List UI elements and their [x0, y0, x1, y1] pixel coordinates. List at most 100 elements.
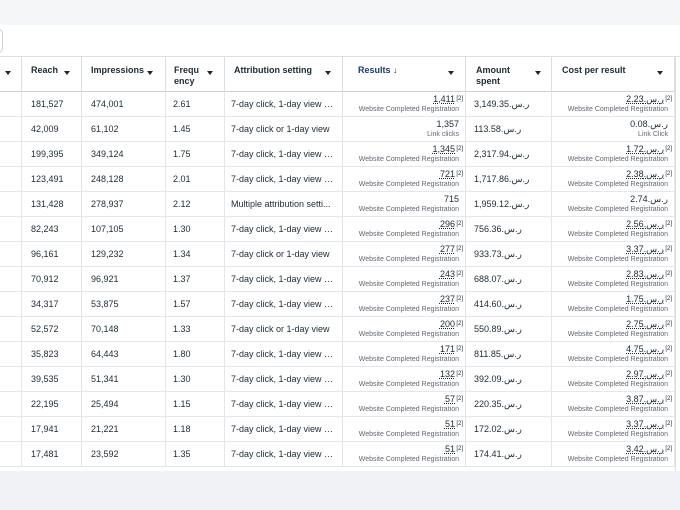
name-cell[interactable]	[0, 367, 22, 392]
table-row[interactable]: 34,317 53,875 1.57 7-day click, 1-day view …	[0, 292, 680, 317]
table-row[interactable]: 17,941 21,221 1.18 7-day click, 1-day view …	[0, 417, 680, 442]
cpr-cell[interactable]: ر.س.2.97 [2] Website Completed Registratio…	[552, 367, 675, 392]
cpr-cell[interactable]: ر.س.0.08 Link Click	[552, 117, 675, 142]
table-row[interactable]: 42,009 61,102 1.45 7-day click or 1-day vie…	[0, 117, 680, 142]
cpr-value[interactable]: ر.س.3.37	[626, 244, 664, 255]
cpr-cell[interactable]: ر.س.2.23 [2] Website Completed Registratio…	[552, 92, 675, 117]
chevron-down-icon[interactable]	[144, 67, 156, 79]
cpr-cell[interactable]: ر.س.2.83 [2] Website Completed Registratio…	[552, 267, 675, 292]
cpr-cell[interactable]: ر.س.3.87 [2] Website Completed Registratio…	[552, 392, 675, 417]
table-row[interactable]: 181,527 474,001 2.61 7-day click, 1-day vie…	[0, 92, 680, 117]
results-cell[interactable]: 171 [2] Website Completed Registration	[343, 342, 466, 367]
cpr-cell[interactable]: ر.س.3.42 [2] Website Completed Registratio…	[552, 442, 675, 467]
results-cell[interactable]: 277 [2] Website Completed Registration	[343, 242, 466, 267]
results-cell[interactable]: 715 Website Completed Registration	[343, 192, 466, 217]
results-cell[interactable]: 51 [2] Website Completed Registration	[343, 442, 466, 467]
results-value[interactable]: 296	[440, 219, 455, 229]
name-cell[interactable]	[0, 92, 22, 117]
results-cell[interactable]: 132 [2] Website Completed Registration	[343, 367, 466, 392]
header-cell-name[interactable]	[0, 57, 22, 92]
results-cell[interactable]: 200 [2] Website Completed Registration	[343, 317, 466, 342]
chevron-down-icon[interactable]	[445, 67, 457, 79]
table-row[interactable]: 39,535 51,341 1.30 7-day click, 1-day view …	[0, 367, 680, 392]
chevron-down-icon[interactable]	[322, 67, 334, 79]
results-cell[interactable]: 1,345 [2] Website Completed Registration	[343, 142, 466, 167]
cpr-value[interactable]: ر.س.3.87	[626, 394, 664, 405]
name-cell[interactable]	[0, 192, 22, 217]
scrollbar[interactable]	[675, 57, 680, 471]
cpr-cell[interactable]: ر.س.2.75 [2] Website Completed Registratio…	[552, 317, 675, 342]
cpr-value[interactable]: ر.س.2.75	[626, 319, 664, 330]
name-cell[interactable]	[0, 417, 22, 442]
results-value[interactable]: 57	[445, 394, 455, 404]
chevron-down-icon[interactable]	[204, 67, 216, 79]
table-row[interactable]: 199,395 349,124 1.75 7-day click, 1-day vie…	[0, 142, 680, 167]
results-cell[interactable]: 51 [2] Website Completed Registration	[343, 417, 466, 442]
cpr-cell[interactable]: ر.س.1.72 [2] Website Completed Registratio…	[552, 142, 675, 167]
header-reach[interactable]: Reach	[22, 57, 82, 92]
results-value[interactable]: 277	[440, 244, 455, 254]
name-cell[interactable]	[0, 392, 22, 417]
header-attribution[interactable]: Attribution setting	[225, 57, 343, 92]
table-row[interactable]: 82,243 107,105 1.30 7-day click, 1-day view…	[0, 217, 680, 242]
name-cell[interactable]	[0, 442, 22, 467]
results-cell[interactable]: 57 [2] Website Completed Registration	[343, 392, 466, 417]
toolbar-input-edge[interactable]	[0, 29, 3, 53]
cpr-value[interactable]: ر.س.4.75	[626, 344, 664, 355]
results-value[interactable]: 51	[445, 444, 455, 454]
cpr-cell[interactable]: ر.س.1.75 [2] Website Completed Registratio…	[552, 292, 675, 317]
results-value[interactable]: 237	[440, 294, 455, 304]
name-cell[interactable]	[0, 317, 22, 342]
results-cell[interactable]: 237 [2] Website Completed Registration	[343, 292, 466, 317]
cpr-value[interactable]: ر.س.2.23	[626, 94, 664, 105]
cpr-cell[interactable]: ر.س.2.74 Website Completed Registration	[552, 192, 675, 217]
cpr-cell[interactable]: ر.س.2.38 [2] Website Completed Registratio…	[552, 167, 675, 192]
results-value[interactable]: 721	[440, 169, 455, 179]
chevron-down-icon[interactable]	[61, 67, 73, 79]
header-cost-per-result[interactable]: Cost per result	[552, 57, 675, 92]
results-value[interactable]: 1,411	[433, 94, 455, 104]
table-row[interactable]: 123,491 248,128 2.01 7-day click, 1-day vie…	[0, 167, 680, 192]
cpr-value[interactable]: ر.س.2.56	[626, 219, 664, 230]
results-value[interactable]: 243	[440, 269, 455, 279]
name-cell[interactable]	[0, 142, 22, 167]
results-value[interactable]: 1,345	[432, 144, 455, 154]
cpr-value[interactable]: ر.س.0.08	[630, 119, 668, 130]
cpr-value[interactable]: ر.س.2.83	[626, 269, 664, 280]
cpr-cell[interactable]: ر.س.3.37 [2] Website Completed Registratio…	[552, 417, 675, 442]
results-cell[interactable]: 1,411 [2] Website Completed Registration	[343, 92, 466, 117]
header-amount[interactable]: Amount spent	[466, 57, 552, 92]
table-row[interactable]: 52,572 70,148 1.33 7-day click or 1-day vie…	[0, 317, 680, 342]
name-cell[interactable]	[0, 267, 22, 292]
name-cell[interactable]	[0, 217, 22, 242]
chevron-down-icon[interactable]	[654, 67, 666, 79]
cpr-cell[interactable]: ر.س.2.56 [2] Website Completed Registratio…	[552, 217, 675, 242]
table-row[interactable]: 35,823 64,443 1.80 7-day click, 1-day view …	[0, 342, 680, 367]
results-cell[interactable]: 1,357 Link clicks	[343, 117, 466, 142]
name-cell[interactable]	[0, 242, 22, 267]
table-row[interactable]: 70,912 96,921 1.37 7-day click, 1-day view …	[0, 267, 680, 292]
name-cell[interactable]	[0, 167, 22, 192]
name-cell[interactable]	[0, 292, 22, 317]
cpr-value[interactable]: ر.س.2.97	[626, 369, 664, 380]
results-cell[interactable]: 721 [2] Website Completed Registration	[343, 167, 466, 192]
results-value[interactable]: 200	[440, 319, 455, 329]
header-impressions[interactable]: Impressions	[82, 57, 166, 92]
header-frequency[interactable]: Frequ ency	[166, 57, 225, 92]
cpr-value[interactable]: ر.س.3.37	[626, 419, 664, 430]
cpr-cell[interactable]: ر.س.4.75 [2] Website Completed Registratio…	[552, 342, 675, 367]
results-cell[interactable]: 243 [2] Website Completed Registration	[343, 267, 466, 292]
header-results[interactable]: Results ↓	[343, 57, 466, 92]
table-row[interactable]: 96,161 129,232 1.34 7-day click or 1-day vi…	[0, 242, 680, 267]
results-value[interactable]: 51	[445, 419, 455, 429]
cpr-value[interactable]: ر.س.3.42	[626, 444, 664, 455]
cpr-value[interactable]: ر.س.1.72	[626, 144, 664, 155]
results-value[interactable]: 132	[440, 369, 455, 379]
results-value[interactable]: 171	[440, 344, 455, 354]
table-row[interactable]: 131,428 278,937 2.12 Multiple attribution s…	[0, 192, 680, 217]
chevron-down-icon[interactable]	[2, 67, 14, 79]
results-cell[interactable]: 296 [2] Website Completed Registration	[343, 217, 466, 242]
cpr-value[interactable]: ر.س.2.38	[626, 169, 664, 180]
table-row[interactable]: 22,195 25,494 1.15 7-day click, 1-day view …	[0, 392, 680, 417]
results-value[interactable]: 1,357	[436, 119, 459, 129]
